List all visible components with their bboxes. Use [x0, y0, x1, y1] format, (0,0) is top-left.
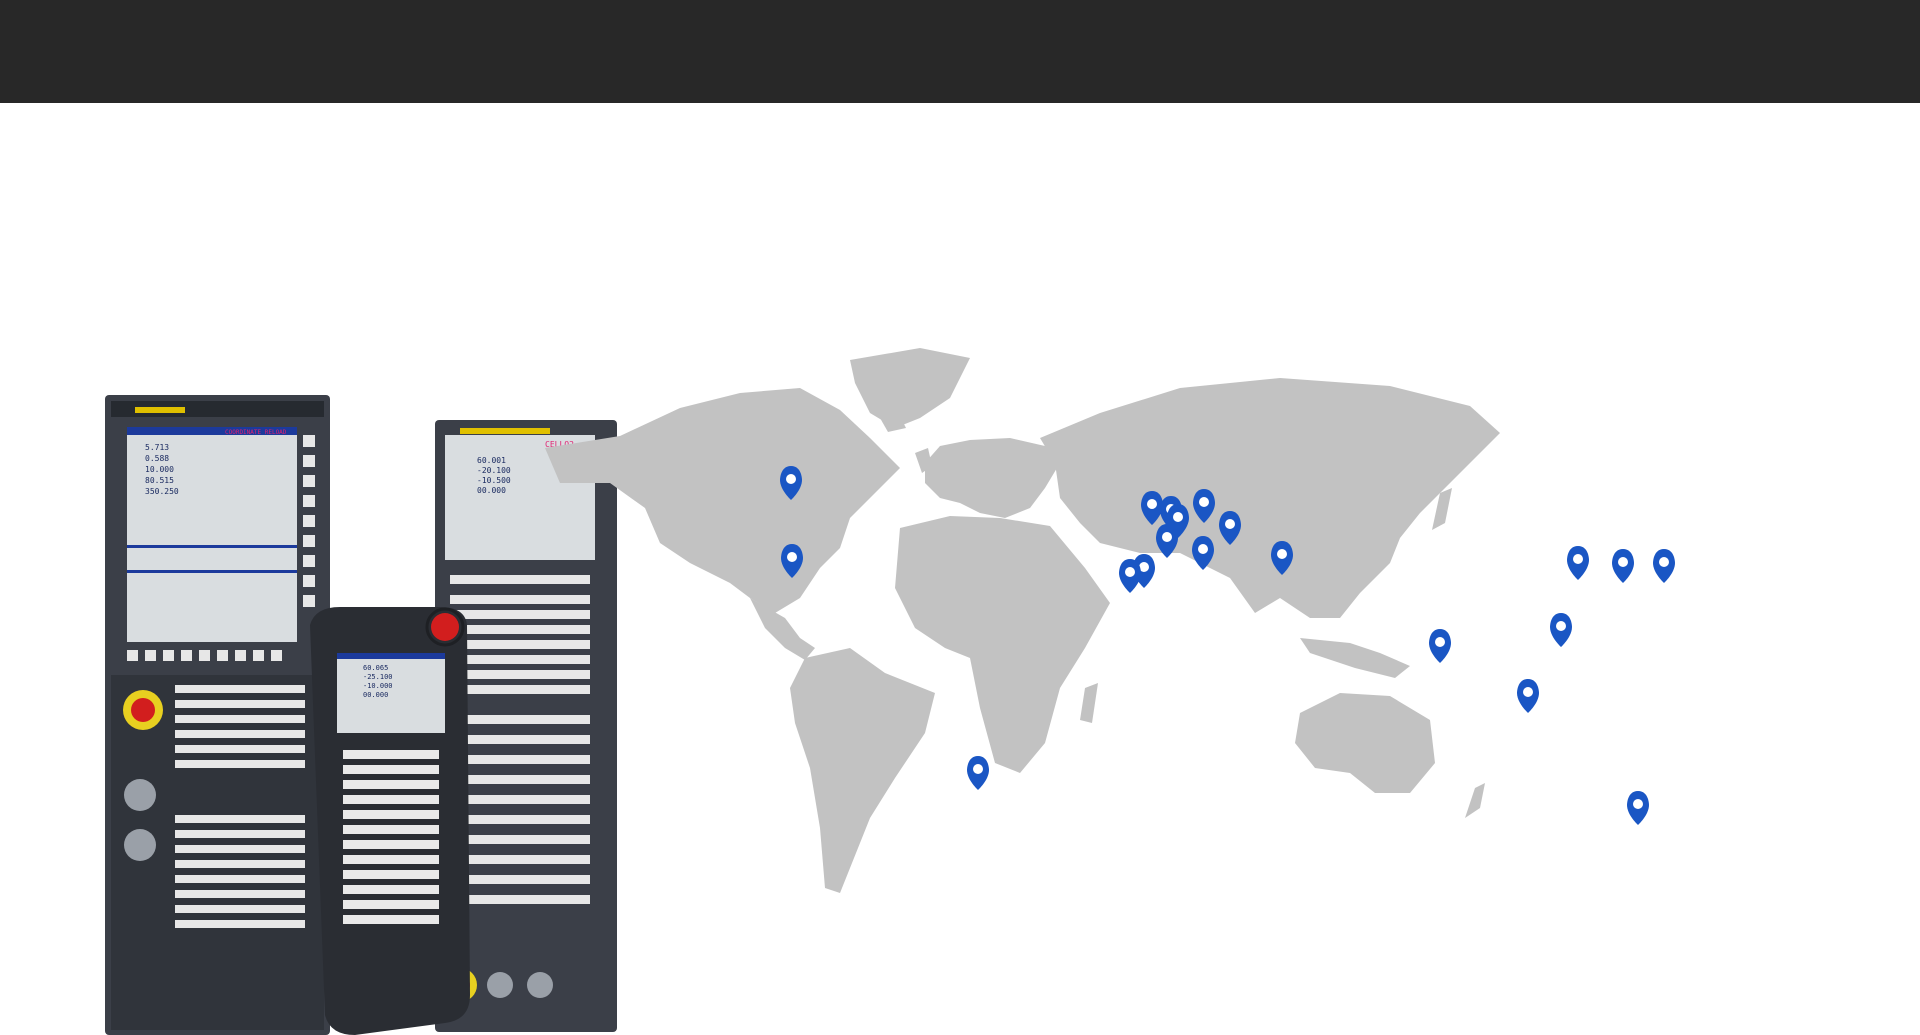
map-pin-singapore[interactable] [1517, 679, 1539, 713]
pendant-readout-0: 60.065 [363, 664, 388, 672]
world-map [545, 348, 1675, 893]
readout-left-2: 10.000 [145, 465, 174, 474]
readout-left-3: 80.515 [145, 476, 174, 485]
world-map-landmass [545, 348, 1500, 893]
readout-left-1: 0.588 [145, 454, 169, 463]
pendant-readout-3: 00.000 [363, 691, 388, 699]
readout-left-0: 5.713 [145, 443, 169, 452]
map-pin-china-south[interactable] [1550, 613, 1572, 647]
readout-left-4: 350.250 [145, 487, 179, 496]
left-screen-label: COORDINATE RELOAD [225, 429, 287, 436]
map-pin-brazil[interactable] [967, 756, 989, 790]
map-pin-portugal[interactable] [1119, 559, 1141, 593]
content-area: COORDINATE RELOAD 5.713 0.588 10.000 80.… [0, 103, 1920, 1035]
map-pin-korea[interactable] [1612, 549, 1634, 583]
map-pin-china-north[interactable] [1567, 546, 1589, 580]
readout-right-2: -10.500 [477, 476, 511, 485]
pendant-readout-2: -10.000 [363, 682, 393, 690]
readout-right-3: 00.000 [477, 486, 506, 495]
readout-right-1: -20.100 [477, 466, 511, 475]
map-pin-india[interactable] [1429, 629, 1451, 663]
pendant-readout-1: -25.100 [363, 673, 393, 681]
top-header-bar [0, 0, 1920, 103]
map-pin-australia[interactable] [1627, 791, 1649, 825]
map-pin-japan[interactable] [1653, 549, 1675, 583]
location-pins [780, 466, 1675, 825]
readout-right-0: 60.001 [477, 456, 506, 465]
